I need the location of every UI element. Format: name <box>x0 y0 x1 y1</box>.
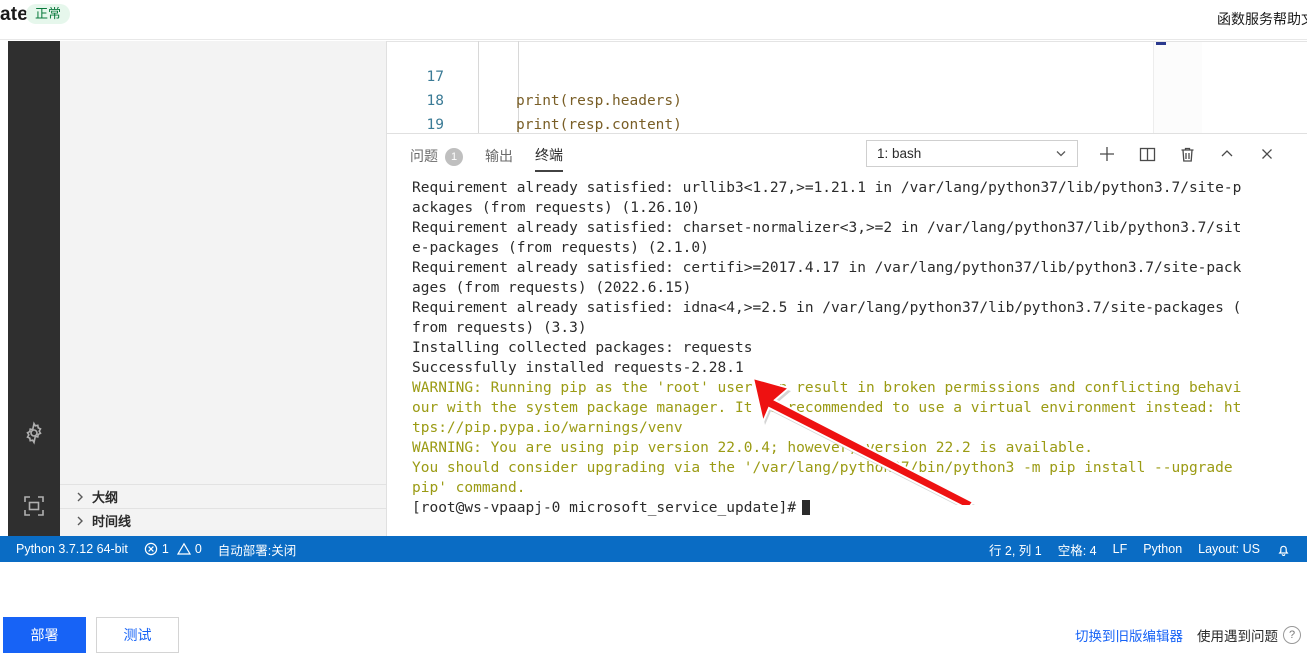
terminal-line: Requirement already satisfied: idna<4,>=… <box>412 300 1242 316</box>
status-badge: 正常 <box>26 4 71 24</box>
chevron-right-icon <box>71 491 89 503</box>
status-label: 行 2, 列 1 <box>988 543 1042 558</box>
terminal-line: ages (from requests) (2022.6.15) <box>412 280 692 296</box>
deploy-button[interactable]: 部署 <box>3 617 86 653</box>
sidebar-section-label: 时间线 <box>92 514 132 529</box>
sidebar-section-timeline[interactable]: 时间线 <box>60 508 386 532</box>
terminal-line-warning: our with the system package manager. It … <box>412 400 1242 416</box>
terminal-cursor <box>802 500 811 515</box>
terminal-line-warning: tps://pip.pypa.io/warnings/venv <box>412 420 683 436</box>
test-button[interactable]: 测试 <box>96 617 179 653</box>
activity-bar <box>8 41 60 536</box>
status-indentation[interactable]: 空格: 4 <box>1058 540 1097 559</box>
panel-tab-list: 问题 1 输出 终端 <box>410 145 585 172</box>
terminal-prompt: [root@ws-vpaapj-0 microsoft_service_upda… <box>412 500 797 516</box>
warning-count: 0 <box>194 542 202 556</box>
status-language-mode[interactable]: Python <box>1143 542 1182 556</box>
terminal-line: ackages (from requests) (1.26.10) <box>412 200 701 216</box>
terminal-line: e-packages (from requests) (2.1.0) <box>412 240 709 256</box>
chevron-right-icon <box>71 515 89 527</box>
status-label: Python <box>1143 542 1183 556</box>
status-label: Python 3.7.12 64-bit <box>16 542 128 556</box>
status-label: Layout: US <box>1198 542 1260 556</box>
terminal-line-warning: You should consider upgrading via the '/… <box>412 460 1233 476</box>
terminal-line: Installing collected packages: requests <box>412 340 753 356</box>
sidebar-section-label: 大纲 <box>92 490 119 505</box>
explorer-side-panel: 大纲 时间线 <box>60 41 387 536</box>
code-line: 17 print(resp.headers) <box>387 41 1199 109</box>
help-doc-link[interactable]: 函数服务帮助文 <box>1217 9 1307 29</box>
tab-terminal[interactable]: 终端 <box>535 145 563 172</box>
terminal-line-warning: pip' command. <box>412 480 526 496</box>
status-keyboard-layout[interactable]: Layout: US <box>1198 542 1260 556</box>
terminal-line-warning: WARNING: Running pip as the 'root' user … <box>412 380 1242 396</box>
status-bar: Python 3.7.12 64-bit 1 0 自动部署:关闭 行 2, 列 … <box>0 536 1307 562</box>
tab-label: 终端 <box>535 147 563 163</box>
terminal-line: from requests) (3.3) <box>412 320 587 336</box>
gear-icon[interactable] <box>8 412 60 454</box>
code-line: 18 print(resp.content) <box>387 65 1199 133</box>
add-terminal-button[interactable] <box>1087 140 1127 168</box>
warning-icon <box>176 542 191 556</box>
status-label: LF <box>1112 542 1128 556</box>
question-mark-icon[interactable]: ? <box>1283 626 1301 644</box>
status-eol[interactable]: LF <box>1113 542 1128 556</box>
tab-problems[interactable]: 问题 1 <box>410 146 463 171</box>
app-header: ate 正常 函数服务帮助文 <box>0 0 1307 40</box>
help-label[interactable]: 使用遇到问题 <box>1197 625 1278 645</box>
maximize-panel-button[interactable] <box>1207 140 1247 168</box>
status-problems-counts[interactable]: 1 0 <box>144 542 202 556</box>
terminal-line: Requirement already satisfied: charset-n… <box>412 220 1242 236</box>
legacy-editor-link[interactable]: 切换到旧版编辑器 <box>1075 625 1183 645</box>
terminal-line: Requirement already satisfied: certifi>=… <box>412 260 1242 276</box>
status-bar-right: 行 2, 列 1 空格: 4 LF Python Layout: US <box>989 540 1297 559</box>
status-auto-deploy[interactable]: 自动部署:关闭 <box>218 540 296 559</box>
status-cursor-position[interactable]: 行 2, 列 1 <box>989 540 1042 559</box>
status-python-interpreter[interactable]: Python 3.7.12 64-bit <box>16 542 128 556</box>
tab-label: 输出 <box>485 148 513 164</box>
status-bar-left: Python 3.7.12 64-bit 1 0 自动部署:关闭 <box>16 540 312 559</box>
bottom-links: 切换到旧版编辑器 使用遇到问题 ? <box>1075 625 1301 645</box>
tab-output[interactable]: 输出 <box>485 146 513 171</box>
status-label: 自动部署:关闭 <box>217 543 297 558</box>
terminal-prompt-line[interactable]: [root@ws-vpaapj-0 microsoft_service_upda… <box>412 498 1307 518</box>
minimap-marker <box>1156 42 1166 45</box>
problems-badge: 1 <box>445 148 463 167</box>
terminal-line: Requirement already satisfied: urllib3<1… <box>412 180 1242 196</box>
code-line: 19 response={ <box>387 89 1199 133</box>
page-title: ate <box>0 4 29 25</box>
code-lines-area[interactable]: 17 print(resp.headers) 18 print(resp.con… <box>387 41 1199 138</box>
terminal-selector-dropdown[interactable]: 1: bash <box>866 140 1078 167</box>
bottom-panel: 问题 1 输出 终端 1: bash Requirement already s… <box>387 133 1307 536</box>
editor-minimap[interactable] <box>1153 42 1202 138</box>
terminal-selector-value: 1: bash <box>877 146 922 161</box>
tab-label: 问题 <box>410 147 438 164</box>
panel-header: 问题 1 输出 终端 1: bash <box>387 134 1307 178</box>
sidebar-section-outline[interactable]: 大纲 <box>60 484 386 508</box>
error-icon <box>144 542 158 556</box>
kill-terminal-button[interactable] <box>1167 140 1207 168</box>
close-panel-button[interactable] <box>1247 140 1287 168</box>
panel-action-buttons <box>1087 140 1287 168</box>
notifications-bell-icon[interactable] <box>1276 542 1291 557</box>
terminal-line-warning: WARNING: You are using pip version 22.0.… <box>412 440 1093 456</box>
bottom-action-bar: 部署 测试 切换到旧版编辑器 使用遇到问题 ? <box>0 562 1307 656</box>
status-label: 空格: 4 <box>1057 543 1097 558</box>
terminal-output[interactable]: Requirement already satisfied: urllib3<1… <box>387 178 1307 537</box>
remote-window-icon[interactable] <box>8 485 60 527</box>
terminal-line: Successfully installed requests-2.28.1 <box>412 360 744 376</box>
split-terminal-button[interactable] <box>1127 140 1167 168</box>
error-count: 1 <box>161 542 169 556</box>
chevron-down-icon <box>1054 146 1068 163</box>
